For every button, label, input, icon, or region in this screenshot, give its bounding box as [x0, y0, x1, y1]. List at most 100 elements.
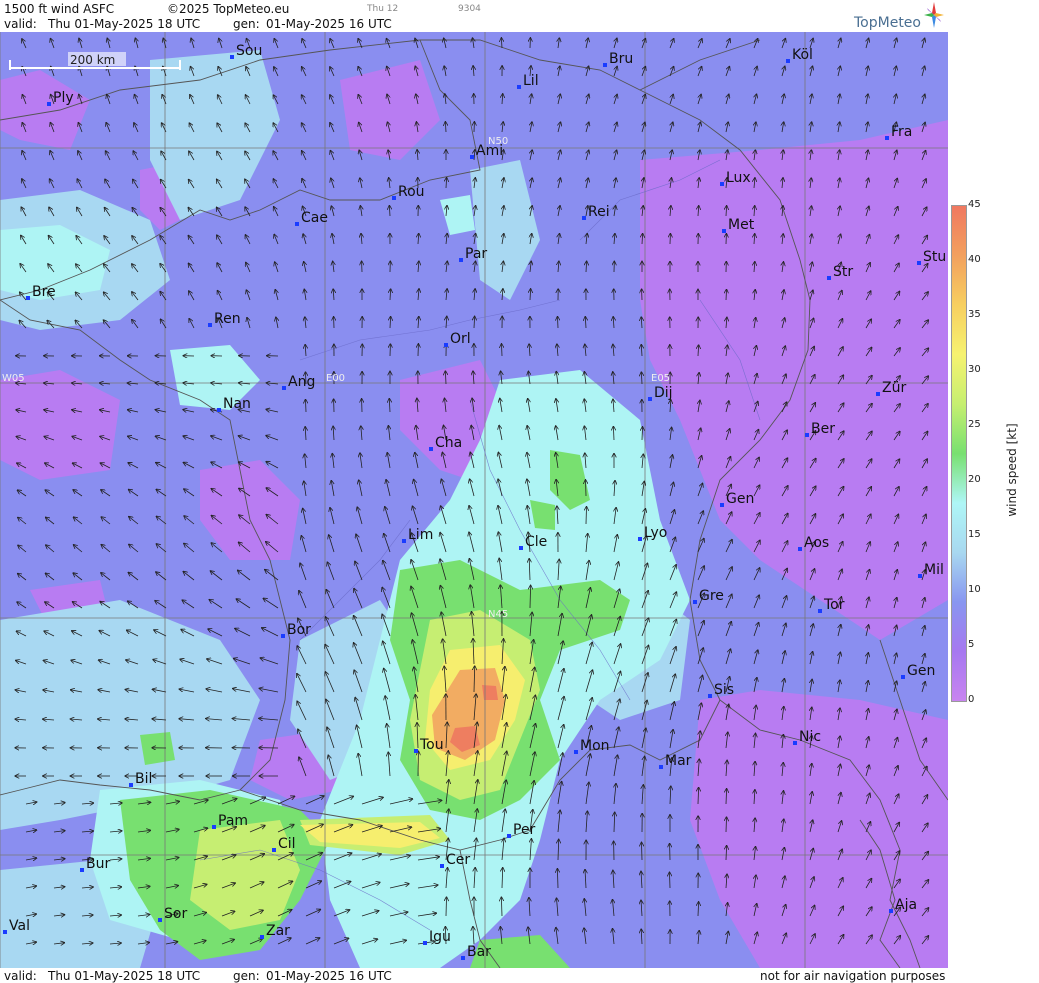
city-dot	[603, 63, 607, 67]
city-label: Ber	[811, 421, 835, 437]
city-label: Gen	[907, 663, 935, 679]
city-dot	[429, 447, 433, 451]
city-label: Rei	[588, 204, 610, 220]
city-label: Nic	[799, 729, 821, 745]
wind-arrow	[586, 480, 587, 497]
grid-label-e05: E05	[651, 373, 670, 384]
city-dot	[47, 102, 51, 106]
colorbar-tick: 40	[968, 254, 981, 265]
city-label: Par	[465, 246, 487, 262]
city-label: Fra	[891, 124, 912, 140]
city-dot	[901, 675, 905, 679]
wind-arrow	[446, 897, 447, 917]
city-dot	[260, 935, 264, 939]
city-dot	[519, 546, 523, 550]
run-code: 9304	[458, 4, 481, 14]
colorbar-label: wind speed [kt]	[1005, 423, 1019, 517]
city-label: Mon	[580, 738, 610, 754]
city-label: Igu	[429, 929, 451, 945]
city-label: Orl	[450, 331, 471, 347]
city-label: Bor	[287, 622, 311, 638]
city-dot	[414, 749, 418, 753]
city-label: Bru	[609, 51, 633, 67]
city-label: Ami	[476, 143, 503, 159]
city-label: Sis	[714, 682, 734, 698]
city-label: Bur	[86, 856, 110, 872]
grid-label-e00: E00	[326, 373, 345, 384]
wind-arrow	[586, 507, 587, 525]
city-label: Rou	[398, 184, 425, 200]
city-label: Bil	[135, 771, 152, 787]
wind-arrow	[726, 290, 727, 301]
city-label: Lim	[408, 527, 433, 543]
city-dot	[217, 408, 221, 412]
city-label: Sou	[236, 43, 262, 59]
colorbar-tick: 15	[968, 529, 981, 540]
colorbar-tick: 30	[968, 364, 981, 375]
city-dot	[212, 825, 216, 829]
wind-arrow	[502, 344, 503, 357]
city-label: Bre	[32, 284, 56, 300]
wind-arrow	[558, 317, 559, 329]
gen-label: gen:	[233, 17, 260, 31]
city-pam: Pam	[212, 813, 248, 829]
city-dot	[648, 397, 652, 401]
topmeteo-logo[interactable]: TopMeteo	[852, 2, 944, 32]
colorbar-tick: 20	[968, 474, 981, 485]
city-label: Met	[728, 217, 755, 233]
city-dot	[693, 600, 697, 604]
city-label: Ply	[53, 90, 74, 106]
city-dot	[282, 386, 286, 390]
logo-text: TopMeteo	[854, 15, 921, 31]
colorbar	[951, 205, 967, 702]
city-dot	[582, 216, 586, 220]
city-dot	[708, 694, 712, 698]
wind-arrow	[642, 843, 643, 861]
city-label: Cil	[278, 836, 296, 852]
city-dot	[459, 258, 463, 262]
colorbar-tick: 10	[968, 584, 981, 595]
city-dot	[805, 433, 809, 437]
city-label: Zar	[266, 923, 290, 939]
city-dot	[230, 55, 234, 59]
wind-arrow	[726, 817, 727, 833]
footer-valid-time: Thu 01-May-2025 18 UTC	[48, 969, 201, 983]
time-step: Thu 12	[367, 4, 399, 14]
city-dot	[793, 741, 797, 745]
city-label: Nan	[223, 396, 251, 412]
scale-bar-label: 200 km	[70, 53, 115, 67]
city-dot	[574, 750, 578, 754]
city-dot	[402, 539, 406, 543]
city-gen: Gen	[720, 491, 754, 507]
wind-arrow	[670, 872, 671, 889]
city-dot	[423, 941, 427, 945]
city-dot	[638, 537, 642, 541]
city-label: Aos	[804, 535, 829, 551]
city-dot	[440, 864, 444, 868]
wind-map[interactable]: 200 km N50 N45 W05 E00 E05 SouPlyLilBru K…	[0, 0, 948, 968]
city-label: Cae	[301, 210, 328, 226]
colorbar-tick: 0	[968, 694, 975, 705]
city-label: Lux	[726, 170, 751, 186]
colorbar-tick: 25	[968, 419, 981, 430]
city-dot	[129, 783, 133, 787]
city-dot	[889, 909, 893, 913]
city-label: Gre	[699, 588, 724, 604]
city-dot	[461, 956, 465, 960]
city-label: Tor	[823, 597, 845, 613]
wind-arrow	[306, 400, 307, 413]
city-dot	[507, 834, 511, 838]
city-dot	[208, 323, 212, 327]
grid-label-w05: W05	[2, 373, 25, 384]
city-dot	[470, 155, 474, 159]
city-label: Cha	[435, 435, 462, 451]
city-label: Cle	[525, 534, 547, 550]
city-dot	[885, 136, 889, 140]
colorbar-tick: 5	[968, 639, 975, 650]
city-label: Cer	[446, 852, 470, 868]
city-dot	[158, 918, 162, 922]
city-label: Ang	[288, 374, 315, 390]
colorbar-tick: 35	[968, 309, 981, 320]
city-label: Dij	[654, 385, 673, 401]
city-dot	[281, 634, 285, 638]
